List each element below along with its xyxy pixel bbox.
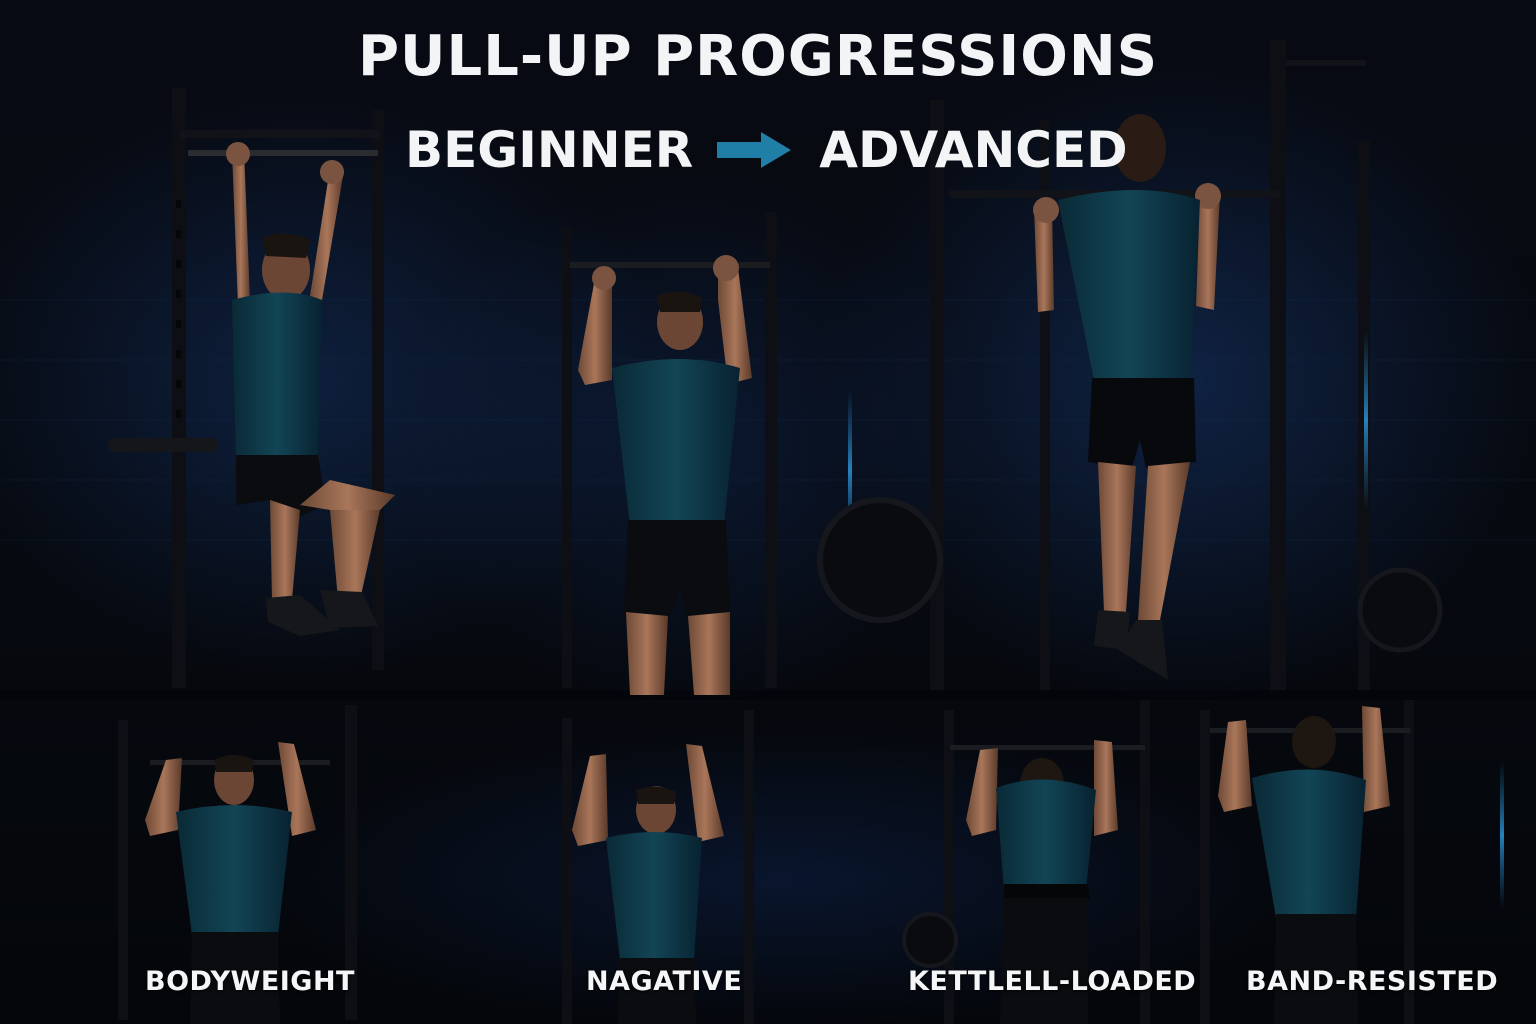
beginner-label: BEGINNER: [405, 121, 694, 179]
panel-label-band-resisted: BAND-RESISTED: [1246, 966, 1499, 997]
weight-plate: [817, 497, 943, 623]
progression-subtitle: BEGINNER ADVANCED: [405, 118, 1128, 182]
panel-label-kettlebell-loaded: KETTLELL-LOADED: [908, 966, 1197, 997]
advanced-label: ADVANCED: [819, 121, 1128, 179]
infographic-canvas: PULL-UP PROGRESSIONS BEGINNER ADVANCED B…: [0, 0, 1536, 1024]
panel-label-negative: NAGATIVE: [586, 966, 743, 997]
athlete-back-view: [1033, 114, 1221, 680]
weight-plate: [1357, 567, 1443, 653]
page-title: PULL-UP PROGRESSIONS: [358, 24, 1159, 89]
athlete-hanging: [226, 142, 395, 636]
athlete-negative: [578, 255, 752, 695]
section-divider: [0, 690, 1536, 700]
panel-label-bodyweight: BODYWEIGHT: [145, 966, 355, 997]
arrow-right-icon: [717, 132, 792, 168]
